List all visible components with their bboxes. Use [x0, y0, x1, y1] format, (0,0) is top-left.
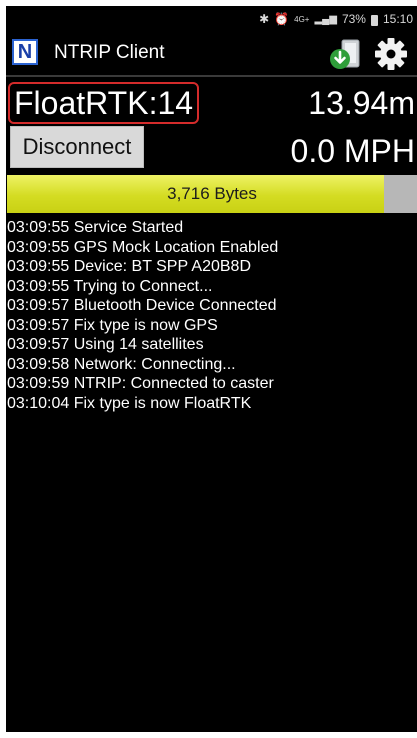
log-line: 03:09:57 Using 14 satellites: [7, 336, 204, 353]
battery-percent: 73%: [341, 12, 366, 26]
signal-strength-icon: ▂▄▆: [314, 13, 337, 25]
action-bar-divider: [6, 75, 417, 77]
event-log: 03:09:55 Service Started 03:09:55 GPS Mo…: [7, 218, 415, 413]
log-line: 03:09:55 Device: BT SPP A20B8D: [7, 258, 252, 275]
app-logo-icon: N: [12, 39, 38, 65]
app-title: NTRIP Client: [54, 42, 165, 63]
clock: 15:10: [382, 12, 413, 26]
download-icon[interactable]: [328, 37, 364, 71]
alarm-icon: ⏰: [274, 12, 290, 26]
bytes-label: 3,716 Bytes: [167, 184, 257, 203]
log-line: 03:09:55 Service Started: [7, 219, 184, 236]
speed-readout: 0.0 MPH: [290, 133, 415, 169]
log-line: 03:09:58 Network: Connecting...: [7, 355, 236, 373]
battery-icon: [370, 14, 378, 26]
altitude-readout: 13.94m: [308, 85, 415, 121]
app-screen: ✱ ⏰ 4G+ ▂▄▆ 73% 15:10 N NTRIP Client Flo…: [6, 6, 417, 732]
disconnect-button[interactable]: Disconnect: [10, 126, 144, 168]
status-bar: ✱ ⏰ 4G+ ▂▄▆ 73% 15:10: [6, 6, 417, 32]
action-bar: N NTRIP Client: [6, 32, 417, 76]
log-line: 03:09:57 Fix type is now GPS: [7, 316, 218, 334]
log-line: 03:10:04 Fix type is now FloatRTK: [7, 394, 252, 412]
log-line: 03:09:55 Trying to Connect...: [7, 277, 213, 295]
log-line: 03:09:55 GPS Mock Location Enabled: [7, 238, 279, 256]
settings-icon[interactable]: [374, 37, 408, 71]
bluetooth-icon: ✱: [259, 12, 270, 26]
log-line: 03:09:59 NTRIP: Connected to caster: [7, 375, 274, 392]
signal-type: 4G+: [294, 14, 310, 24]
bytes-progress-bar: 3,716 Bytes: [7, 175, 417, 213]
log-line: 03:09:57 Bluetooth Device Connected: [7, 297, 277, 314]
screenshot-frame: ✱ ⏰ 4G+ ▂▄▆ 73% 15:10 N NTRIP Client Flo…: [0, 0, 417, 738]
status-bar-right: ✱ ⏰ 4G+ ▂▄▆ 73% 15:10: [259, 12, 413, 26]
fix-status: FloatRTK:14: [8, 82, 200, 124]
